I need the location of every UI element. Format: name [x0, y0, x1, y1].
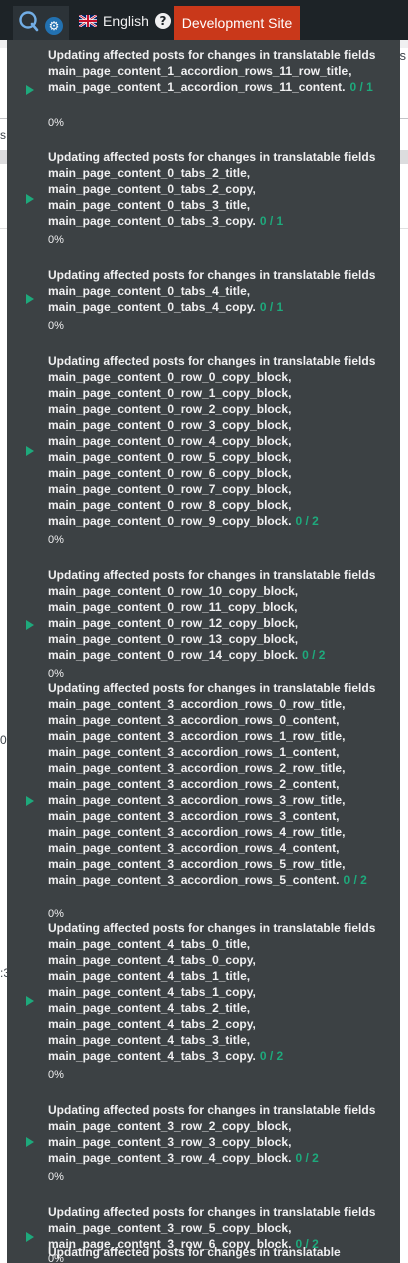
job-count: 0 / 2	[302, 648, 326, 662]
expand-arrow-icon[interactable]	[26, 1232, 34, 1242]
background-text-fragment: s	[399, 48, 407, 63]
job-message: Updating affected posts for changes in t…	[48, 149, 393, 229]
job-count: 0 / 2	[259, 1049, 284, 1063]
job-message-text: Updating affected posts for changes in t…	[48, 1103, 376, 1165]
job-message: Updating affected posts for changes in t…	[48, 1244, 393, 1260]
job-message-text: Updating affected posts for changes in t…	[48, 268, 376, 314]
expand-arrow-icon[interactable]	[26, 85, 34, 95]
job-count: 0 / 2	[295, 514, 319, 528]
job-percent: 0%	[48, 908, 64, 920]
job-message-text: Updating affected posts for changes in t…	[48, 568, 376, 662]
job-count: 0 / 1	[259, 300, 284, 314]
job-count: 0 / 1	[349, 80, 373, 94]
job-message-text: Updating affected posts for changes in t…	[48, 1245, 341, 1259]
job-message: Updating affected posts for changes in t…	[48, 1102, 393, 1166]
development-site-badge[interactable]: Development Site	[174, 6, 300, 40]
expand-arrow-icon[interactable]	[26, 294, 34, 304]
job-percent: 0%	[48, 117, 64, 129]
expand-arrow-icon[interactable]	[26, 996, 34, 1006]
background-text-fragment: 0	[0, 733, 7, 747]
job-message-text: Updating affected posts for changes in t…	[48, 921, 376, 1063]
translation-q-icon	[19, 11, 39, 32]
job-percent: 0%	[48, 668, 64, 680]
job-message: Updating affected posts for changes in t…	[48, 267, 393, 315]
job-count: 0 / 2	[295, 1151, 319, 1165]
admin-bar: ⚙ English ? Development Site	[0, 0, 408, 40]
job-message: Updating affected posts for changes in t…	[48, 353, 393, 529]
job-count: 0 / 2	[343, 873, 367, 887]
expand-arrow-icon[interactable]	[26, 620, 34, 630]
job-percent: 0%	[48, 1069, 64, 1081]
job-percent: 0%	[48, 534, 64, 546]
expand-arrow-icon[interactable]	[26, 796, 34, 806]
background-text-fragment: s	[0, 128, 6, 142]
job-percent: 0%	[48, 234, 64, 246]
job-message-text: Updating affected posts for changes in t…	[48, 48, 376, 94]
uk-flag-icon	[79, 15, 97, 27]
expand-arrow-icon[interactable]	[26, 1137, 34, 1147]
job-message-text: Updating affected posts for changes in t…	[48, 354, 376, 528]
job-message: Updating affected posts for changes in t…	[48, 920, 393, 1064]
translation-jobs-dropdown: Updating affected posts for changes in t…	[7, 40, 400, 1263]
job-message: Updating affected posts for changes in t…	[48, 47, 393, 95]
job-message-text: Updating affected posts for changes in t…	[48, 150, 376, 228]
job-message-text: Updating affected posts for changes in t…	[48, 681, 376, 887]
job-count: 0 / 1	[259, 214, 284, 228]
job-message: Updating affected posts for changes in t…	[48, 680, 393, 888]
translation-tools-menu[interactable]: ⚙	[13, 6, 69, 40]
language-switcher[interactable]: English ?	[79, 9, 171, 33]
job-message: Updating affected posts for changes in t…	[48, 567, 393, 663]
job-percent: 0%	[48, 1171, 64, 1183]
job-percent: 0%	[48, 320, 64, 332]
language-label: English	[103, 13, 149, 29]
expand-arrow-icon[interactable]	[26, 194, 34, 204]
help-icon[interactable]: ?	[154, 13, 171, 29]
gear-icon[interactable]: ⚙	[45, 17, 63, 35]
expand-arrow-icon[interactable]	[26, 446, 34, 456]
